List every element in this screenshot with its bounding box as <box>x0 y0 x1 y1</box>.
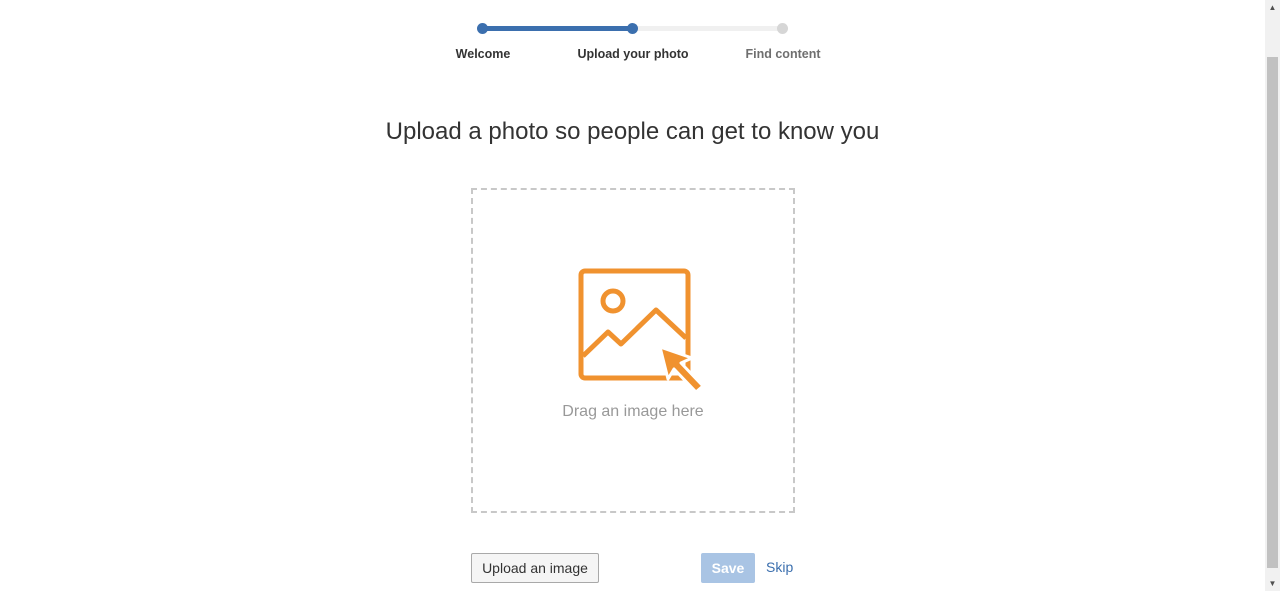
step-label-welcome: Welcome <box>455 47 511 61</box>
save-button[interactable]: Save <box>701 553 755 583</box>
image-upload-icon <box>578 268 705 394</box>
dropzone-hint: Drag an image here <box>562 403 704 420</box>
step-label-find-content: Find content <box>745 47 821 61</box>
step-dot-welcome <box>477 23 488 34</box>
skip-link[interactable]: Skip <box>766 559 793 575</box>
step-label-upload-photo: Upload your photo <box>577 47 689 61</box>
step-dot-find-content <box>777 23 788 34</box>
scroll-up-arrow-icon[interactable]: ▲ <box>1265 0 1280 15</box>
progress-fill <box>483 26 633 31</box>
image-dropzone[interactable]: Drag an image here <box>471 188 795 513</box>
vertical-scrollbar[interactable]: ▲ ▼ <box>1265 0 1280 591</box>
scroll-down-arrow-icon[interactable]: ▼ <box>1265 576 1280 591</box>
page: Welcome Upload your photo Find content U… <box>0 0 1265 591</box>
step-dot-upload-photo <box>627 23 638 34</box>
page-title: Upload a photo so people can get to know… <box>385 118 880 145</box>
scrollbar-thumb[interactable] <box>1267 57 1278 568</box>
upload-image-button[interactable]: Upload an image <box>471 553 599 583</box>
